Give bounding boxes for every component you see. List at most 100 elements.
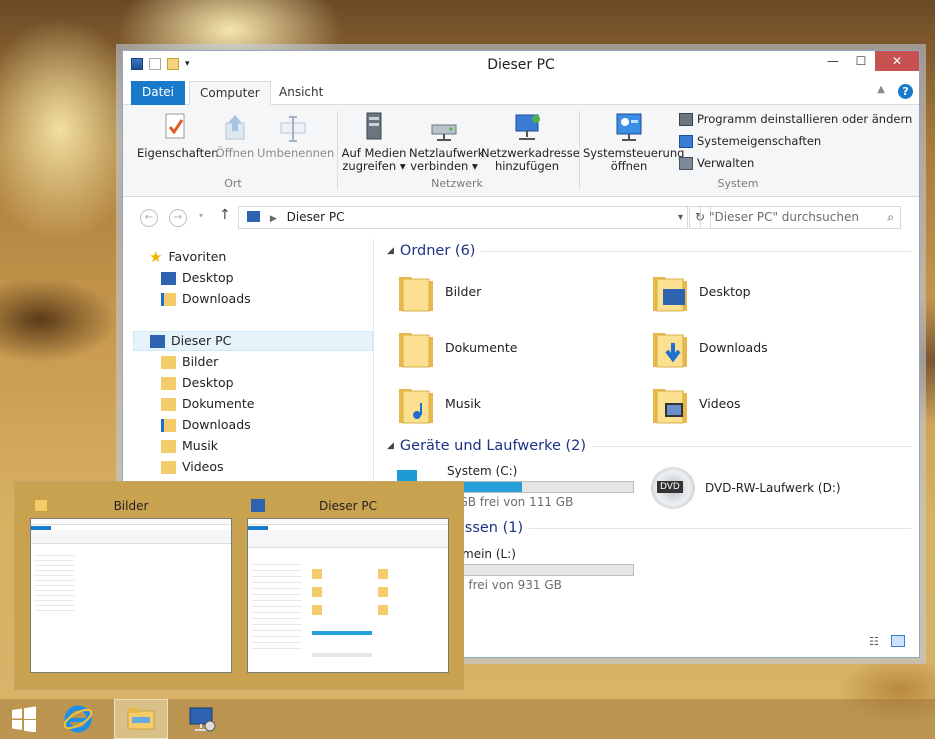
address-dropdown-icon[interactable]: ▾ — [678, 207, 683, 228]
folder-bilder[interactable]: Bilder — [397, 269, 481, 313]
address-path: Dieser PC — [286, 210, 345, 224]
nav-pc-desktop[interactable]: Desktop — [161, 373, 234, 393]
nav-dieser-pc-label: Dieser PC — [171, 333, 232, 348]
folder-dokumente[interactable]: Dokumente — [397, 325, 517, 369]
tab-ansicht[interactable]: Ansicht — [269, 81, 333, 105]
folder-icon — [161, 355, 176, 369]
control-panel-icon — [614, 111, 644, 143]
nav-fav-desktop[interactable]: Desktop — [161, 268, 234, 288]
folder-downloads[interactable]: Downloads — [651, 325, 768, 369]
pictures-folder-icon — [397, 269, 435, 313]
drive-dvd-d[interactable]: DVD DVD-RW-Laufwerk (D:) — [651, 467, 841, 509]
section-geraete[interactable]: ◢ Geräte und Laufwerke (2) — [387, 438, 911, 454]
drive-c-free: 2 GB frei von 111 GB — [447, 495, 574, 509]
folder-videos[interactable]: Videos — [651, 381, 741, 425]
music-folder-icon — [397, 381, 435, 425]
folder-icon — [34, 499, 48, 512]
umbenennen-button[interactable]: Umbenennen — [257, 111, 334, 160]
drive-allgemein-l[interactable]: gemein (L:) GB frei von 931 GB — [447, 547, 634, 592]
eigenschaften-button[interactable]: Eigenschaften — [137, 111, 219, 160]
group-netzwerk-label: Netzwerk — [431, 177, 483, 190]
netzlaufwerk-line1: Netzlaufwerk — [409, 146, 485, 160]
address-bar[interactable]: ▶ Dieser PC ▾ — [238, 206, 688, 229]
up-button[interactable]: ↑ — [219, 207, 231, 223]
group-ort-label: Ort — [224, 177, 242, 190]
netzwerkadresse-line1: Netzwerkadresse — [481, 146, 580, 160]
nav-pc-musik[interactable]: Musik — [161, 436, 218, 456]
preview-bilder-thumbnail — [30, 518, 232, 673]
dvd-drive-icon: DVD — [651, 467, 695, 509]
systemeigenschaften-link[interactable]: Systemeigenschaften — [679, 134, 821, 148]
preview-bilder[interactable]: Bilder — [30, 494, 232, 673]
nav-pc-bilder[interactable]: Bilder — [161, 352, 218, 372]
folder-downloads-label: Downloads — [699, 339, 768, 355]
programm-deinstallieren-link[interactable]: Programm deinstallieren oder ändern — [679, 112, 912, 126]
netzlaufwerk-verbinden-button[interactable]: Netzlaufwerk verbinden ▾ — [409, 111, 484, 173]
search-box[interactable]: "Dieser PC" durchsuchen ⌕ — [700, 206, 901, 229]
close-button[interactable]: ✕ — [875, 51, 919, 71]
folder-dokumente-label: Dokumente — [445, 339, 518, 355]
minimize-button[interactable]: — — [819, 51, 847, 71]
recent-locations-icon[interactable]: ▾ — [199, 211, 203, 220]
folder-desktop-label: Desktop — [699, 283, 751, 299]
group-separator — [337, 111, 338, 189]
tab-datei[interactable]: Datei — [131, 81, 185, 105]
nav-pc-dokumente[interactable]: Dokumente — [161, 394, 254, 414]
auf-medien-zugreifen-button[interactable]: Auf Medien zugreifen ▾ — [341, 111, 407, 173]
remote-desktop-icon — [189, 707, 216, 732]
media-server-icon — [359, 111, 389, 143]
downloads-icon — [161, 292, 176, 306]
preview-dieser-pc[interactable]: Dieser PC — [247, 494, 449, 673]
folder-icon — [161, 460, 176, 474]
nav-favoriten[interactable]: ★ Favoriten — [149, 247, 226, 267]
section-netzwerkadressen[interactable]: dressen (1) — [441, 520, 911, 536]
taskbar-internet-explorer[interactable] — [52, 699, 104, 739]
section-ordner[interactable]: ◢ Ordner (6) — [387, 243, 911, 259]
downloads-icon — [161, 418, 176, 432]
nav-pc-downloads[interactable]: Downloads — [161, 415, 251, 435]
nav-dieser-pc[interactable]: Dieser PC — [133, 331, 373, 351]
rename-icon — [278, 111, 308, 143]
nav-pc-desktop-label: Desktop — [182, 375, 234, 390]
folder-musik[interactable]: Musik — [397, 381, 481, 425]
breadcrumb-chevron-icon: ▶ — [269, 214, 277, 224]
netzwerkadresse-hinzufuegen-button[interactable]: Netzwerkadresse hinzufügen — [481, 111, 580, 173]
manage-icon — [679, 156, 693, 170]
folder-desktop[interactable]: Desktop — [651, 269, 751, 313]
forward-button[interactable]: → — [169, 209, 187, 227]
systemsteuerung-oeffnen-button[interactable]: Systemsteuerung öffnen — [583, 111, 684, 173]
tab-computer[interactable]: Computer — [189, 81, 271, 105]
oeffnen-button[interactable]: Öffnen — [215, 111, 255, 160]
nav-pc-videos[interactable]: Videos — [161, 457, 224, 477]
large-icons-view-icon[interactable] — [891, 635, 905, 647]
start-button[interactable] — [0, 699, 48, 739]
folder-musik-label: Musik — [445, 395, 481, 411]
drive-l-name: gemein (L:) — [447, 547, 516, 561]
group-separator — [579, 111, 580, 189]
ribbon: Eigenschaften Öffnen Umbenennen Ort Auf … — [123, 105, 919, 197]
back-button[interactable]: ← — [140, 209, 158, 227]
internet-explorer-icon — [63, 705, 93, 733]
nav-pc-bilder-label: Bilder — [182, 354, 219, 369]
maximize-button[interactable]: ☐ — [847, 51, 875, 71]
folder-icon — [161, 439, 176, 453]
taskbar-remote-desktop[interactable] — [176, 699, 228, 739]
taskbar-file-explorer[interactable] — [114, 699, 168, 739]
details-view-icon[interactable]: ☷ — [869, 635, 879, 648]
nav-fav-downloads[interactable]: Downloads — [161, 289, 251, 309]
search-icon[interactable]: ⌕ — [887, 207, 894, 228]
uninstall-icon — [679, 112, 693, 126]
systemsteuerung-line1: Systemsteuerung — [583, 146, 685, 160]
eigenschaften-label: Eigenschaften — [137, 146, 219, 160]
title-bar[interactable]: ▾ Dieser PC — ☐ ✕ — [123, 51, 919, 79]
collapse-ribbon-icon[interactable]: ▲ — [877, 84, 885, 95]
folder-icon — [161, 376, 176, 390]
drive-c-usage-bar — [447, 481, 634, 493]
network-location-icon — [512, 111, 542, 143]
help-icon[interactable]: ? — [898, 84, 913, 99]
taskbar-preview-popup: Bilder Dieser PC — [14, 481, 464, 690]
preview-bilder-title: Bilder — [113, 499, 149, 513]
auf-medien-line1: Auf Medien — [341, 146, 407, 160]
verwalten-link[interactable]: Verwalten — [679, 156, 754, 170]
documents-folder-icon — [397, 325, 435, 369]
